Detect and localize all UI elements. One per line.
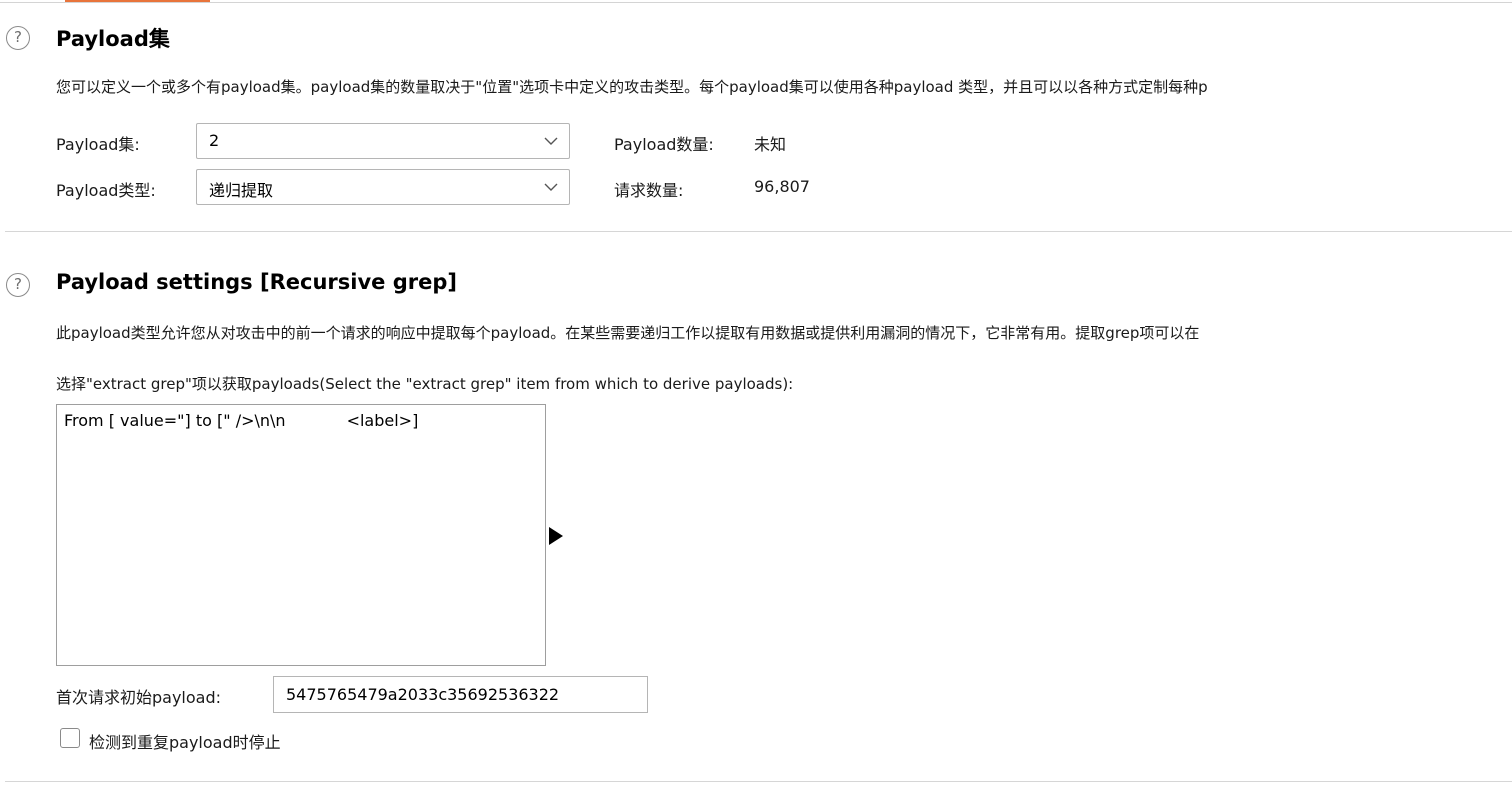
- request-count-label: 请求数量:: [614, 181, 684, 200]
- section-divider: [5, 231, 1512, 232]
- section-divider: [5, 781, 1512, 782]
- stop-on-duplicate-label: 检测到重复payload时停止: [89, 733, 281, 752]
- initial-payload-value: 5475765479a2033c35692536322: [286, 685, 560, 704]
- payload-settings-title: Payload settings [Recursive grep]: [56, 270, 457, 294]
- payload-count-label: Payload数量:: [614, 135, 714, 154]
- initial-payload-input[interactable]: 5475765479a2033c35692536322: [273, 676, 648, 713]
- triangle-right-icon: [549, 527, 563, 545]
- chevron-down-icon: [544, 137, 558, 145]
- chevron-down-icon: [544, 183, 558, 191]
- initial-payload-label: 首次请求初始payload:: [56, 688, 222, 707]
- payload-type-label: Payload类型:: [56, 181, 156, 200]
- payload-type-dropdown[interactable]: 递归提取: [196, 169, 570, 205]
- help-icon[interactable]: ?: [6, 273, 30, 297]
- payload-set-dropdown[interactable]: 2: [196, 123, 570, 159]
- stop-on-duplicate-checkbox[interactable]: [60, 728, 80, 748]
- request-count-value: 96,807: [754, 177, 810, 196]
- payload-count-value: 未知: [754, 135, 787, 154]
- extract-grep-prompt: 选择"extract grep"项以获取payloads(Select the …: [56, 375, 794, 393]
- payload-set-value: 2: [209, 131, 220, 150]
- payload-settings-description: 此payload类型允许您从对攻击中的前一个请求的响应中提取每个payload。…: [56, 324, 1200, 342]
- payload-set-label: Payload集:: [56, 135, 140, 154]
- payload-type-value: 递归提取: [209, 181, 274, 200]
- payload-sets-title: Payload集: [56, 27, 170, 51]
- tab-strip: [0, 0, 1512, 3]
- payload-sets-description: 您可以定义一个或多个有payload集。payload集的数量取决于"位置"选项…: [56, 78, 1208, 96]
- extract-grep-list[interactable]: From [ value="] to [" />\n\n <label>]: [56, 404, 546, 666]
- tab-strip-border: [0, 2, 1512, 3]
- list-item[interactable]: From [ value="] to [" />\n\n <label>]: [64, 411, 418, 430]
- help-icon[interactable]: ?: [6, 26, 30, 50]
